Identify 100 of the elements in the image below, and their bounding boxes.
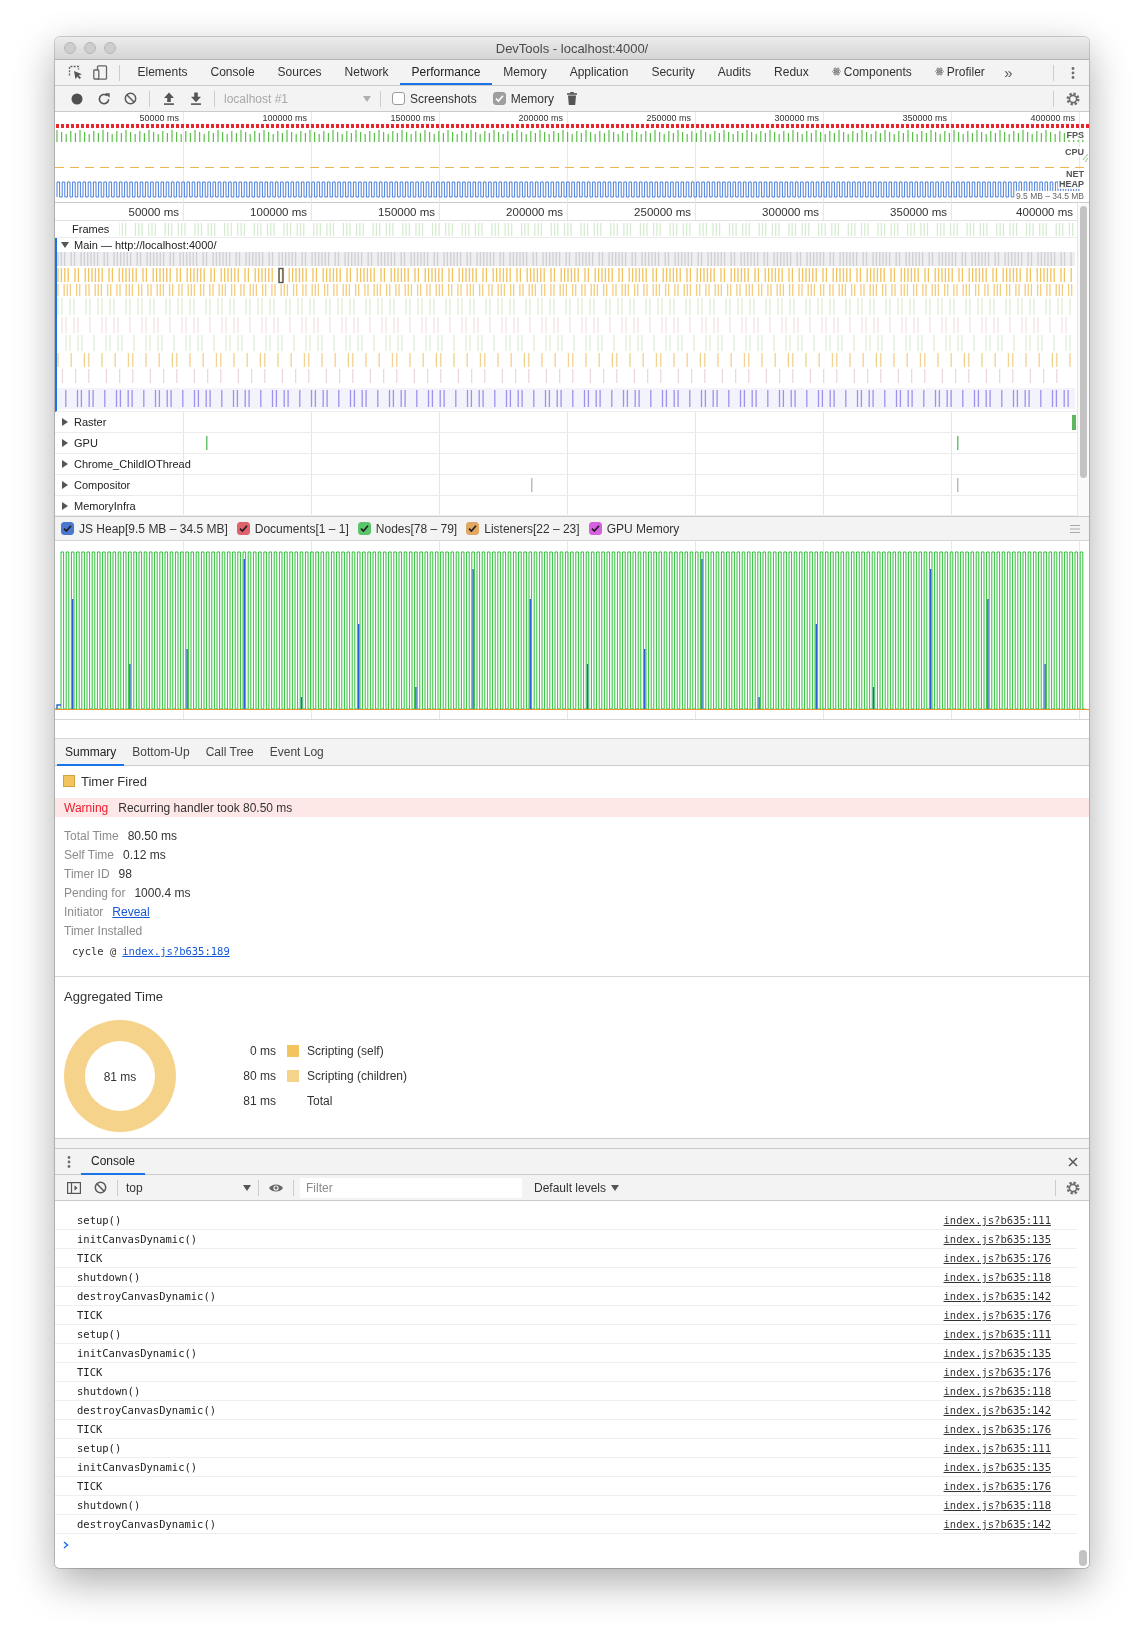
checkbox[interactable] — [61, 522, 74, 535]
warning-label: Warning — [64, 800, 109, 815]
log-levels-button[interactable]: Default levels — [528, 1179, 626, 1196]
tab[interactable]: Audits — [706, 60, 763, 85]
checkbox[interactable] — [492, 92, 506, 105]
time-tick-label: 50000 ms — [127, 205, 180, 218]
time-tick-label: 350000 ms — [901, 113, 948, 123]
tab[interactable]: Call Tree — [197, 739, 262, 766]
prompt-icon[interactable] — [63, 1541, 69, 1549]
time-tick-label: 400000 ms — [1029, 113, 1076, 123]
checkbox[interactable] — [392, 92, 405, 105]
upload-icon[interactable] — [162, 92, 175, 105]
log-message: TICK — [77, 1309, 103, 1321]
collapsed-triangle-icon[interactable] — [61, 418, 69, 426]
log-message: setup() — [77, 1328, 122, 1340]
sidebar-toggle-icon[interactable] — [67, 1181, 81, 1194]
caret-icon — [363, 95, 371, 102]
property-label: Self Time — [64, 848, 114, 862]
download-icon[interactable] — [189, 92, 202, 105]
filter-field[interactable]: Filter — [300, 1177, 522, 1198]
tab[interactable]: Redux — [762, 60, 821, 85]
property-value: 80.50 ms — [127, 829, 178, 843]
source-link[interactable]: index.js?b635:142 — [943, 1404, 1051, 1416]
source-link[interactable]: index.js?b635:111 — [943, 1442, 1051, 1454]
drag-handle-icon[interactable] — [1070, 524, 1080, 533]
source-link[interactable]: index.js?b635:176 — [943, 1252, 1051, 1264]
tab[interactable]: Components — [820, 60, 924, 85]
collapsed-triangle-icon[interactable] — [61, 460, 69, 468]
source-link[interactable]: index.js?b635:111 — [943, 1214, 1051, 1226]
checkbox[interactable] — [466, 522, 480, 535]
settings-icon[interactable] — [1065, 91, 1080, 106]
log-message: TICK — [77, 1252, 103, 1264]
log-message: destroyCanvasDynamic() — [77, 1518, 217, 1530]
source-link[interactable]: index.js?b635:142 — [943, 1518, 1051, 1530]
checkbox[interactable] — [357, 522, 371, 535]
expanded-triangle-icon[interactable] — [61, 241, 69, 249]
collapsed-triangle-icon[interactable] — [61, 501, 69, 510]
record-button[interactable] — [70, 92, 83, 105]
checkbox[interactable] — [236, 522, 250, 535]
inspect-icon[interactable] — [68, 65, 83, 80]
source-link[interactable]: index.js?b635:176 — [943, 1480, 1051, 1492]
source-link[interactable]: index.js?b635:176 — [943, 1423, 1051, 1435]
time-tick-label: 100000 ms — [249, 205, 308, 218]
tab[interactable]: Console — [199, 60, 267, 85]
device-toggle-icon[interactable] — [93, 65, 108, 80]
context-select[interactable]: top — [122, 1177, 254, 1198]
more-tabs-button[interactable]: » — [996, 60, 1021, 85]
checkbox[interactable] — [588, 522, 602, 535]
source-link[interactable]: index.js?b635:118 — [943, 1385, 1051, 1397]
source-link[interactable]: index.js?b635:142 — [943, 1290, 1051, 1302]
reload-icon[interactable] — [96, 91, 111, 106]
source-link[interactable]: index.js?b635:135 — [943, 1461, 1051, 1473]
source-link[interactable]: index.js?b635:176 — [943, 1309, 1051, 1321]
log-message: destroyCanvasDynamic() — [77, 1404, 217, 1416]
close-icon[interactable] — [1068, 1156, 1078, 1167]
collapsed-triangle-icon[interactable] — [61, 439, 69, 447]
trash-icon[interactable] — [567, 92, 578, 105]
legend-value: 80 ms — [242, 1069, 276, 1083]
property-label: Initiator — [64, 905, 104, 919]
scrollbar-thumb[interactable] — [1079, 1550, 1087, 1566]
tab[interactable]: Summary — [57, 739, 125, 766]
log-message: shutdown() — [77, 1499, 141, 1511]
time-tick-label: 250000 ms — [633, 205, 692, 218]
property-label: Pending for — [64, 886, 126, 900]
settings-icon[interactable] — [1066, 1180, 1080, 1195]
tab[interactable]: Profiler — [923, 60, 997, 85]
tab[interactable]: Network — [333, 60, 401, 85]
caret-icon — [611, 1184, 620, 1191]
source-link[interactable]: index.js?b635:118 — [943, 1271, 1051, 1283]
eye-icon[interactable] — [268, 1182, 284, 1193]
compositor-event-mark — [531, 478, 533, 492]
log-message: initCanvasDynamic() — [77, 1347, 198, 1359]
tab[interactable]: Memory — [491, 60, 559, 85]
log-message: initCanvasDynamic() — [77, 1233, 198, 1245]
collapsed-triangle-icon[interactable] — [61, 481, 69, 489]
tab[interactable]: Security — [639, 60, 707, 85]
tab[interactable]: Bottom-Up — [124, 739, 198, 766]
reveal-link[interactable]: Reveal — [112, 905, 150, 919]
menu-icon[interactable] — [67, 1154, 71, 1169]
source-link[interactable]: index.js?b635:189 — [122, 945, 230, 957]
source-link[interactable]: index.js?b635:111 — [943, 1328, 1051, 1340]
tab[interactable]: Elements — [126, 60, 200, 85]
clear-icon[interactable] — [124, 92, 137, 105]
scrollbar-thumb[interactable] — [1080, 206, 1087, 478]
tab[interactable]: Sources — [266, 60, 334, 85]
track-label: GPU — [74, 437, 98, 449]
source-link[interactable]: index.js?b635:135 — [943, 1347, 1051, 1359]
source-link[interactable]: index.js?b635:118 — [943, 1499, 1051, 1511]
atom-icon — [934, 67, 944, 76]
clear-icon[interactable] — [93, 1181, 107, 1194]
time-tick-label: 300000 ms — [761, 205, 820, 218]
time-tick-label: 50000 ms — [138, 113, 180, 123]
source-link[interactable]: index.js?b635:176 — [943, 1366, 1051, 1378]
menu-icon[interactable] — [1070, 65, 1075, 80]
source-link[interactable]: index.js?b635:135 — [943, 1233, 1051, 1245]
tab[interactable]: Application — [558, 60, 640, 85]
counter-label: Nodes[78 – 79] — [375, 521, 458, 536]
caret-icon — [243, 1184, 251, 1191]
tab[interactable]: Event Log — [261, 739, 332, 766]
warning-message: Recurring handler took 80.50 ms — [118, 800, 293, 815]
